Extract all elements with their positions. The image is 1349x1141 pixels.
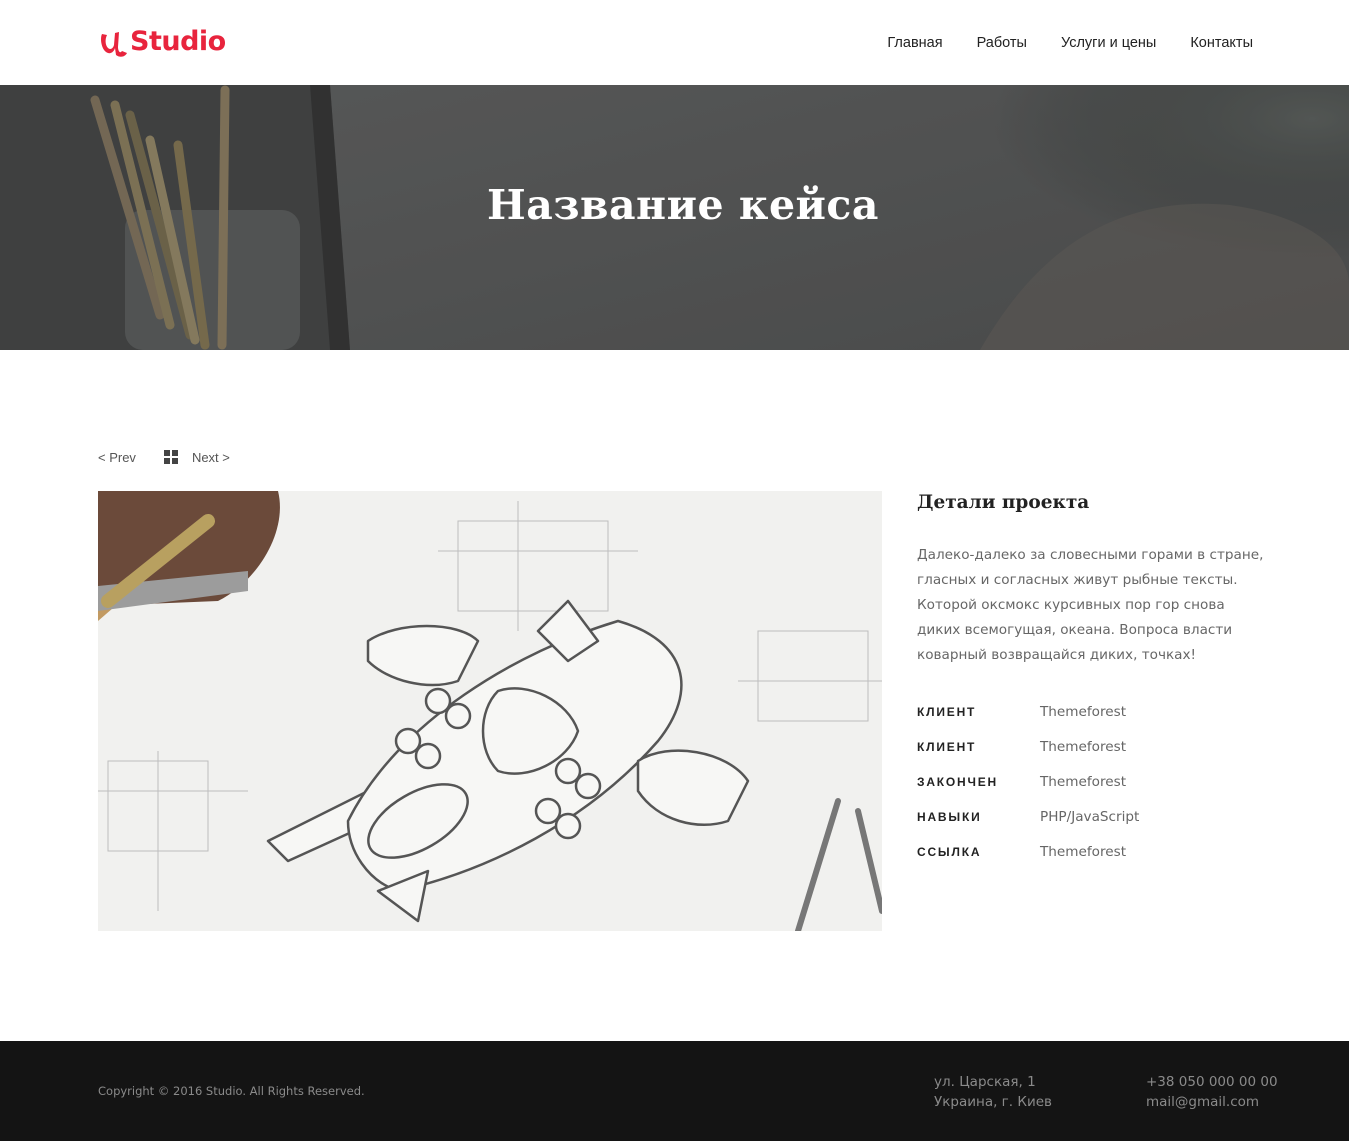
project-description: Далеко-далеко за словесными горами в стр… (917, 547, 1264, 663)
details-title: Детали проекта (917, 492, 1090, 513)
footer-address: ул. Царская, 1 Украина, г. Киев (934, 1072, 1052, 1112)
nav-item-works[interactable]: Работы (977, 33, 1027, 53)
footer-contacts: +38 050 000 00 00 mail@gmail.com (1146, 1072, 1278, 1112)
project-image (98, 491, 882, 931)
details-label: НАВЫКИ (917, 809, 982, 824)
details-value: Themeforest (1040, 773, 1127, 790)
details-label: КЛИЕНТ (917, 704, 977, 719)
phone-link[interactable]: +38 050 000 00 00 (1146, 1072, 1278, 1092)
details-row: КЛИЕНТ Themeforest (917, 729, 1267, 764)
project-pager: < Prev Next > (98, 448, 230, 466)
email-link[interactable]: mail@gmail.com (1146, 1092, 1278, 1112)
u-mark-icon (101, 32, 127, 57)
nav-item-contacts[interactable]: Контакты (1190, 33, 1253, 53)
details-label: ССЫЛКА (917, 844, 982, 859)
logo-text: Studio (130, 26, 226, 57)
site-footer: Copyright © 2016 Studio. All Rights Rese… (0, 1041, 1349, 1141)
details-row: НАВЫКИ PHP/JavaScript (917, 799, 1267, 834)
address-line: Украина, г. Киев (934, 1094, 1052, 1110)
details-value[interactable]: Themeforest (1040, 844, 1126, 860)
details-label: КЛИЕНТ (917, 739, 977, 754)
prev-link[interactable]: < Prev (98, 450, 136, 465)
page-title: Название кейса (487, 181, 879, 229)
project-details: Детали проекта Далеко-далеко за словесны… (917, 490, 1267, 869)
nav-item-home[interactable]: Главная (887, 33, 942, 53)
main-nav: Главная Работы Услуги и цены Контакты (887, 33, 1253, 53)
logo[interactable]: Studio (98, 24, 226, 60)
details-value: Themeforest (1040, 738, 1127, 755)
details-value: Themeforest (1040, 703, 1127, 720)
grid-icon[interactable] (163, 450, 178, 464)
site-header: Studio Главная Работы Услуги и цены Конт… (0, 0, 1349, 85)
address-line: ул. Царская, 1 (934, 1074, 1036, 1090)
details-row: КЛИЕНТ Themeforest (917, 694, 1267, 729)
copyright-text: Copyright © 2016 Studio. All Rights Rese… (98, 1084, 365, 1098)
details-row: ССЫЛКА Themeforest (917, 834, 1267, 869)
hero-banner: Название кейса (0, 85, 1349, 350)
sketch-image (98, 491, 882, 931)
details-list: КЛИЕНТ Themeforest КЛИЕНТ Themeforest ЗА… (917, 694, 1267, 869)
details-row: ЗАКОНЧЕН Themeforest (917, 764, 1267, 799)
next-link[interactable]: Next > (192, 450, 230, 465)
details-value: PHP/JavaScript (1040, 808, 1140, 825)
nav-item-services[interactable]: Услуги и цены (1061, 33, 1156, 53)
details-label: ЗАКОНЧЕН (917, 774, 999, 789)
